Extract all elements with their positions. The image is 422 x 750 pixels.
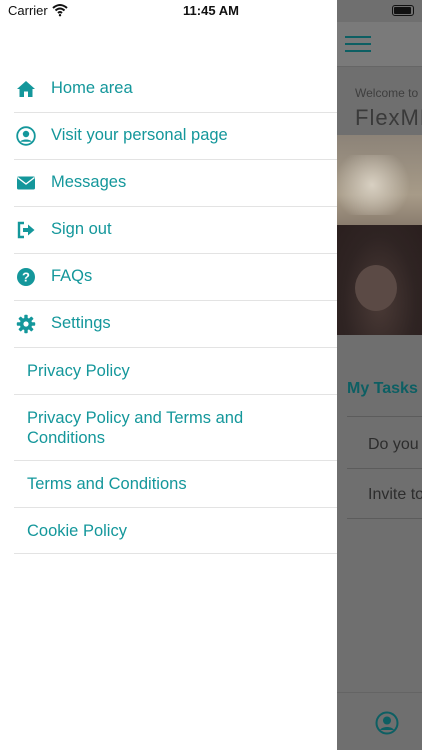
link-label: Terms and Conditions	[27, 475, 187, 493]
background-page: Welcome to FlexMR My Tasks Do you Invite…	[337, 0, 422, 750]
side-drawer: Carrier 11:45 AM Home area Visit your pe…	[0, 0, 337, 750]
menu-item-label: Visit your personal page	[51, 126, 228, 144]
task-item[interactable]: Invite to	[368, 486, 422, 504]
home-icon	[17, 81, 35, 97]
menu-item-sign-out[interactable]: Sign out	[14, 207, 337, 254]
menu-item-label: Sign out	[51, 220, 112, 238]
divider	[347, 518, 422, 519]
divider	[347, 416, 422, 417]
menu-item-personal-page[interactable]: Visit your personal page	[14, 113, 337, 160]
bottom-bar	[337, 692, 422, 750]
envelope-icon	[17, 176, 35, 190]
menu-item-label: Messages	[51, 173, 127, 191]
status-time: 11:45 AM	[183, 3, 239, 18]
link-terms-conditions[interactable]: Terms and Conditions	[14, 461, 337, 508]
link-privacy-terms[interactable]: Privacy Policy and Terms and Conditions	[14, 395, 337, 461]
link-label: Privacy Policy and Terms and Conditions	[27, 409, 244, 447]
brand-title: FlexMR	[355, 105, 422, 130]
hero-light	[337, 155, 417, 215]
menu-item-faqs[interactable]: ? FAQs	[14, 254, 337, 301]
status-bar: Carrier 11:45 AM	[0, 0, 422, 22]
user-icon[interactable]	[375, 711, 399, 735]
link-cookie-policy[interactable]: Cookie Policy	[14, 508, 337, 554]
gear-icon	[16, 314, 36, 334]
link-label: Privacy Policy	[27, 362, 130, 380]
menu-item-label: Home area	[51, 79, 133, 97]
sign-out-icon	[17, 221, 35, 239]
welcome-text: Welcome to	[355, 86, 419, 100]
link-label: Cookie Policy	[27, 522, 127, 540]
menu-item-home[interactable]: Home area	[14, 66, 337, 113]
divider	[347, 468, 422, 469]
hero-head	[355, 265, 397, 311]
hamburger-menu-icon[interactable]	[345, 36, 371, 54]
menu-item-settings[interactable]: Settings	[14, 301, 337, 348]
background-header	[337, 22, 422, 67]
menu-item-label: FAQs	[51, 267, 93, 285]
my-tasks-title: My Tasks	[347, 380, 418, 397]
svg-text:?: ?	[22, 270, 30, 285]
link-privacy-policy[interactable]: Privacy Policy	[14, 348, 337, 395]
battery-icon	[392, 5, 414, 16]
question-circle-icon: ?	[17, 268, 35, 286]
task-item[interactable]: Do you	[368, 436, 419, 454]
menu-item-messages[interactable]: Messages	[14, 160, 337, 207]
user-circle-icon	[16, 126, 36, 146]
menu-item-label: Settings	[51, 314, 111, 332]
hero-image	[337, 135, 422, 335]
